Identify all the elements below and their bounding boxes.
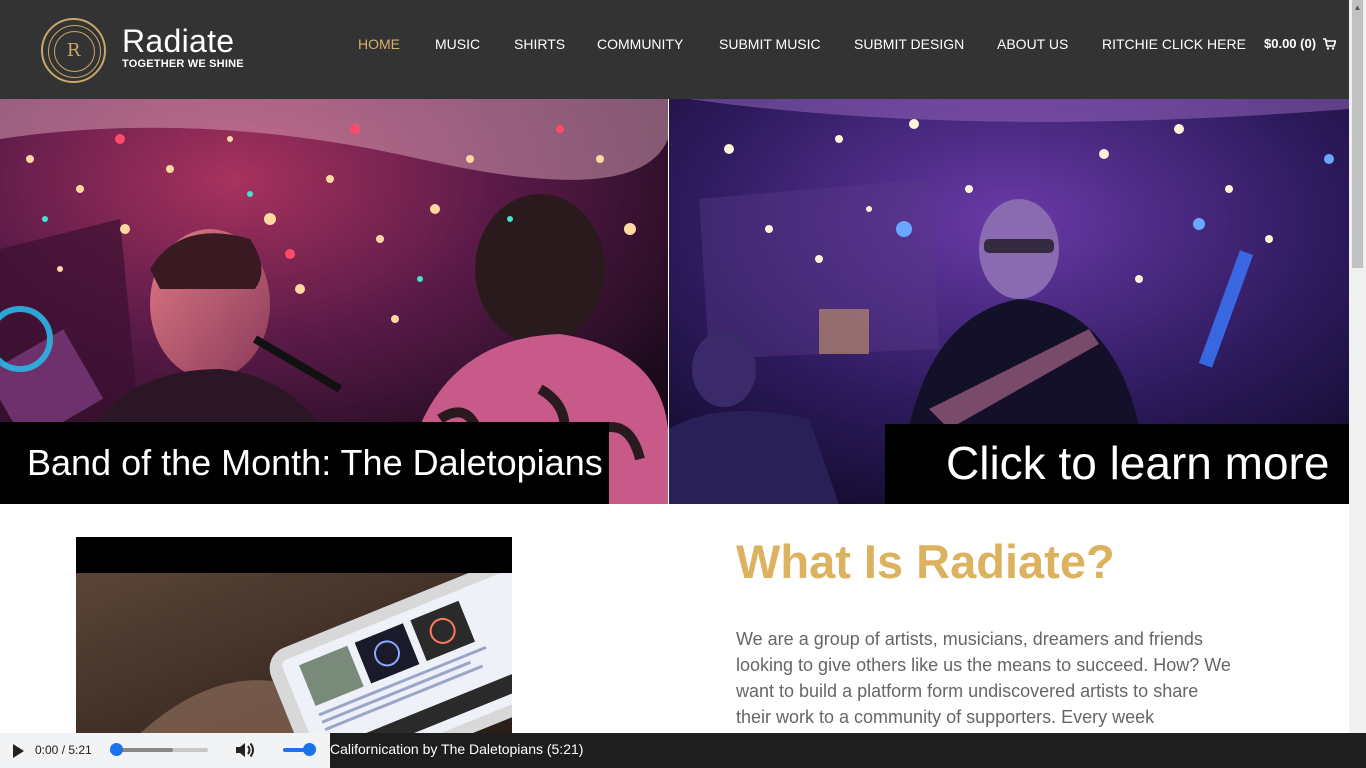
about-title: What Is Radiate? [736,535,1115,588]
about-body: We are a group of artists, musicians, dr… [736,629,1231,727]
scrollbar-thumb[interactable] [1352,0,1363,268]
nav-item-community[interactable]: COMMUNITY [597,35,683,53]
brand-tagline: TOGETHER WE SHINE [122,58,244,70]
seek-handle[interactable] [110,743,123,756]
volume-icon[interactable] [234,740,256,760]
nav-item-submit-design[interactable]: SUBMIT DESIGN [854,35,964,53]
page: R Radiate TOGETHER WE SHINE HOME MUSIC S… [0,0,1366,768]
now-playing-title: Californication by The Daletopians (5:21… [330,741,584,757]
playback-time: 0:00 / 5:21 [35,743,92,757]
learn-more-text: Click to learn more [946,437,1330,489]
site-header: R Radiate TOGETHER WE SHINE HOME MUSIC S… [0,0,1349,99]
logo[interactable]: R [41,18,106,83]
learn-more-caption[interactable]: Click to learn more [885,424,1349,504]
volume-handle[interactable] [303,743,316,756]
play-icon[interactable] [10,743,26,759]
band-of-month-text: Band of the Month: The Daletopians [27,442,603,483]
logo-letter: R [66,40,81,61]
band-of-month-caption[interactable]: Band of the Month: The Daletopians [0,422,609,504]
nav-item-music[interactable]: MUSIC [435,35,480,53]
nav-item-submit-music[interactable]: SUBMIT MUSIC [719,35,821,53]
nav-item-home[interactable]: HOME [358,35,400,53]
nav-item-ritchie-click-here[interactable]: RITCHIE CLICK HERE [1102,35,1246,53]
brand-name[interactable]: Radiate [122,22,234,60]
cart-link[interactable]: $0.00 (0) [1264,35,1336,53]
shopping-cart-icon [1322,38,1336,50]
scroll-up-arrow-icon[interactable]: ▲ [1352,3,1363,14]
cart-total: $0.00 (0) [1264,36,1317,51]
seek-bar[interactable] [112,748,208,752]
nav-item-about-us[interactable]: ABOUT US [997,35,1068,53]
nav-item-shirts[interactable]: SHIRTS [514,35,565,53]
video-thumbnail [76,573,512,737]
intro-video[interactable] [76,537,512,737]
